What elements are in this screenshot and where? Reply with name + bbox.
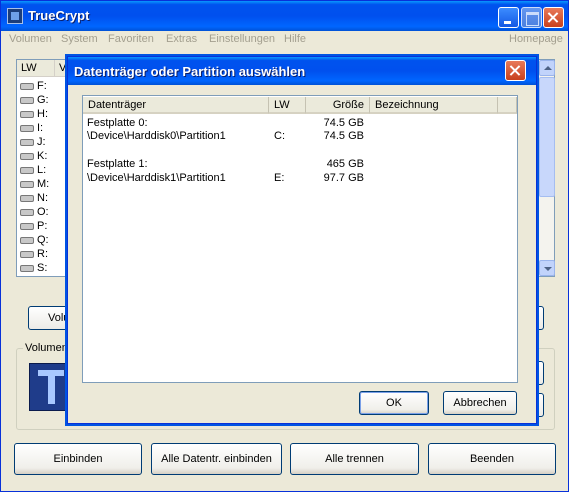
device-size: 74.5 GB — [323, 117, 364, 129]
ok-button[interactable]: OK — [359, 391, 429, 415]
drive-letter: H: — [37, 108, 48, 120]
dismount-all-button[interactable]: Alle trennen — [290, 443, 419, 475]
close-icon — [506, 61, 525, 80]
truecrypt-app-icon — [7, 8, 23, 24]
device-name: Festplatte 0: — [87, 117, 148, 129]
drive-icon — [20, 153, 34, 160]
drive-letter: M: — [37, 178, 50, 190]
drive-icon — [20, 223, 34, 230]
column-header-device[interactable]: Datenträger — [83, 97, 269, 114]
device-row[interactable]: Festplatte 0: 74.5 GB — [83, 117, 517, 131]
drive-list-header-lw[interactable]: LW — [17, 60, 55, 77]
menu-system[interactable]: System — [61, 33, 98, 45]
drive-icon — [20, 83, 34, 90]
scroll-up-icon[interactable] — [539, 60, 555, 76]
drive-icon — [20, 195, 34, 202]
main-window-title: TrueCrypt — [28, 8, 90, 23]
device-row[interactable]: Festplatte 1: 465 GB — [83, 158, 517, 172]
menu-homepage[interactable]: Homepage — [509, 33, 563, 45]
device-drive: C: — [274, 130, 285, 142]
drive-icon — [20, 237, 34, 244]
drive-list-scrollbar[interactable] — [538, 60, 555, 276]
device-size: 74.5 GB — [323, 130, 364, 142]
dialog-title-bar[interactable]: Datenträger oder Partition auswählen — [68, 57, 536, 85]
drive-letter: S: — [37, 262, 48, 274]
device-size: 465 GB — [326, 158, 364, 170]
device-size: 97.7 GB — [323, 172, 364, 184]
drive-letter: P: — [37, 220, 48, 232]
column-header-drive[interactable]: LW — [269, 97, 306, 114]
drive-icon — [20, 251, 34, 258]
drive-letter: J: — [37, 136, 46, 148]
drive-icon — [20, 209, 34, 216]
close-button[interactable] — [543, 7, 564, 28]
cancel-button[interactable]: Abbrechen — [443, 391, 517, 415]
mount-all-button[interactable]: Alle Datentr. einbinden — [151, 443, 282, 475]
mount-button[interactable]: Einbinden — [14, 443, 142, 475]
menu-einstellungen[interactable]: Einstellungen — [209, 33, 275, 45]
device-list[interactable]: Datenträger LW Größe Bezeichnung Festpla… — [82, 95, 518, 383]
menu-favoriten[interactable]: Favoriten — [108, 33, 154, 45]
device-row[interactable]: \Device\Harddisk0\Partition1 C: 74.5 GB — [83, 130, 517, 144]
scroll-down-icon[interactable] — [539, 260, 555, 276]
dialog-title: Datenträger oder Partition auswählen — [74, 64, 306, 79]
device-drive: E: — [274, 172, 285, 184]
drive-letter: L: — [37, 164, 47, 176]
column-header-filler — [498, 97, 517, 114]
drive-letter: R: — [37, 248, 48, 260]
close-icon — [544, 8, 563, 27]
drive-letter: N: — [37, 192, 48, 204]
menu-hilfe[interactable]: Hilfe — [284, 33, 306, 45]
exit-button[interactable]: Beenden — [428, 443, 556, 475]
menu-volumen[interactable]: Volumen — [9, 33, 52, 45]
drive-icon — [20, 139, 34, 146]
column-header-size[interactable]: Größe — [306, 97, 370, 114]
drive-icon — [20, 167, 34, 174]
main-title-bar[interactable]: TrueCrypt — [1, 1, 568, 31]
device-name: \Device\Harddisk1\Partition1 — [87, 172, 226, 184]
maximize-button[interactable] — [521, 7, 542, 28]
menu-bar: Volumen System Favoriten Extras Einstell… — [1, 31, 568, 49]
drive-icon — [20, 111, 34, 118]
drive-letter: F: — [37, 80, 47, 92]
drive-letter: K: — [37, 150, 48, 162]
scrollbar-thumb[interactable] — [539, 77, 555, 197]
drive-letter: I: — [37, 122, 44, 134]
menu-extras[interactable]: Extras — [166, 33, 197, 45]
minimize-button[interactable] — [498, 7, 519, 28]
select-device-dialog: Datenträger oder Partition auswählen Dat… — [67, 56, 537, 424]
device-row[interactable]: \Device\Harddisk1\Partition1 E: 97.7 GB — [83, 172, 517, 186]
column-header-label[interactable]: Bezeichnung — [370, 97, 498, 114]
drive-icon — [20, 125, 34, 132]
dialog-close-button[interactable] — [505, 60, 526, 81]
device-name: \Device\Harddisk0\Partition1 — [87, 130, 226, 142]
drive-letter: Q: — [37, 234, 49, 246]
drive-icon — [20, 265, 34, 272]
drive-letter: G: — [37, 94, 49, 106]
volume-group-label: Volumen — [23, 342, 70, 354]
drive-letter: O: — [37, 206, 49, 218]
drive-icon — [20, 97, 34, 104]
drive-icon — [20, 181, 34, 188]
device-name: Festplatte 1: — [87, 158, 148, 170]
